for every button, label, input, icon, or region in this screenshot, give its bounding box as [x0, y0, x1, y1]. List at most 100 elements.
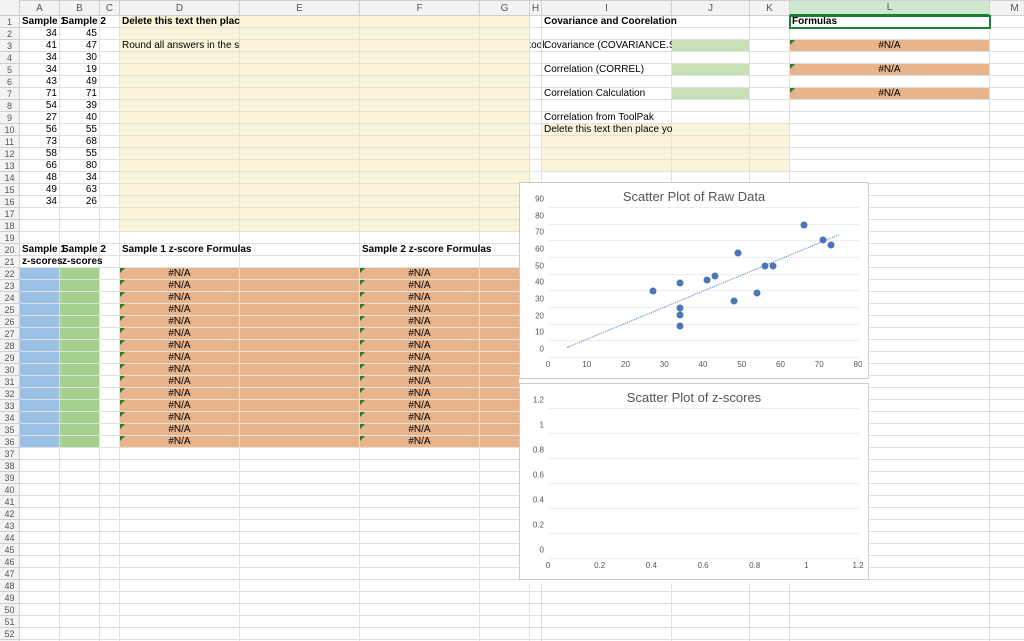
cell-M43[interactable]: [990, 520, 1024, 532]
cell-A11[interactable]: 73: [20, 136, 60, 148]
cell-K11[interactable]: [750, 136, 790, 148]
cell-C22[interactable]: [100, 268, 120, 280]
cell-E14[interactable]: [240, 172, 360, 184]
cell-F39[interactable]: [360, 472, 480, 484]
cell-A1[interactable]: Sample 1: [20, 16, 60, 28]
cell-M21[interactable]: [990, 256, 1024, 268]
cell-B29[interactable]: [60, 352, 100, 364]
row-header-43[interactable]: 43: [0, 520, 20, 532]
cell-I50[interactable]: [542, 604, 672, 616]
cell-A3[interactable]: 41: [20, 40, 60, 52]
cell-D6[interactable]: [120, 76, 240, 88]
cell-D22[interactable]: #N/A: [120, 268, 240, 280]
cell-B39[interactable]: [60, 472, 100, 484]
cell-J4[interactable]: [672, 52, 750, 64]
cell-M44[interactable]: [990, 532, 1024, 544]
cell-C18[interactable]: [100, 220, 120, 232]
select-all-corner[interactable]: [0, 0, 20, 16]
cell-A27[interactable]: [20, 328, 60, 340]
cell-B3[interactable]: 47: [60, 40, 100, 52]
cell-M12[interactable]: [990, 148, 1024, 160]
row-header-25[interactable]: 25: [0, 304, 20, 316]
cell-D48[interactable]: [120, 580, 240, 592]
cell-D10[interactable]: [120, 124, 240, 136]
col-header-L[interactable]: L: [790, 0, 990, 16]
cell-M52[interactable]: [990, 628, 1024, 640]
cell-D43[interactable]: [120, 520, 240, 532]
cell-D17[interactable]: [120, 208, 240, 220]
cell-B38[interactable]: [60, 460, 100, 472]
cell-L7[interactable]: #N/A: [790, 88, 990, 100]
cell-A6[interactable]: 43: [20, 76, 60, 88]
row-header-16[interactable]: 16: [0, 196, 20, 208]
row-header-40[interactable]: 40: [0, 484, 20, 496]
row-header-17[interactable]: 17: [0, 208, 20, 220]
cell-G49[interactable]: [480, 592, 530, 604]
cell-B16[interactable]: 26: [60, 196, 100, 208]
cell-G6[interactable]: [480, 76, 530, 88]
cell-F27[interactable]: #N/A: [360, 328, 480, 340]
cell-D35[interactable]: #N/A: [120, 424, 240, 436]
row-header-21[interactable]: 21: [0, 256, 20, 268]
cell-M41[interactable]: [990, 496, 1024, 508]
cell-F21[interactable]: [360, 256, 480, 268]
cell-A20[interactable]: Sample 1: [20, 244, 60, 256]
cell-F46[interactable]: [360, 556, 480, 568]
cell-D14[interactable]: [120, 172, 240, 184]
cell-A7[interactable]: 71: [20, 88, 60, 100]
cell-C28[interactable]: [100, 340, 120, 352]
cell-C21[interactable]: [100, 256, 120, 268]
cell-C7[interactable]: [100, 88, 120, 100]
cell-J2[interactable]: [672, 28, 750, 40]
cell-L3[interactable]: #N/A: [790, 40, 990, 52]
cell-B40[interactable]: [60, 484, 100, 496]
cell-F28[interactable]: #N/A: [360, 340, 480, 352]
cell-L10[interactable]: [790, 124, 990, 136]
cell-A26[interactable]: [20, 316, 60, 328]
cell-A12[interactable]: 58: [20, 148, 60, 160]
cell-M47[interactable]: [990, 568, 1024, 580]
cell-K51[interactable]: [750, 616, 790, 628]
cell-C17[interactable]: [100, 208, 120, 220]
row-header-14[interactable]: 14: [0, 172, 20, 184]
cell-B8[interactable]: 39: [60, 100, 100, 112]
cell-C15[interactable]: [100, 184, 120, 196]
row-header-15[interactable]: 15: [0, 184, 20, 196]
cell-F29[interactable]: #N/A: [360, 352, 480, 364]
cell-K12[interactable]: [750, 148, 790, 160]
cell-M8[interactable]: [990, 100, 1024, 112]
cell-B34[interactable]: [60, 412, 100, 424]
cell-A5[interactable]: 34: [20, 64, 60, 76]
row-header-22[interactable]: 22: [0, 268, 20, 280]
cell-D50[interactable]: [120, 604, 240, 616]
cell-C43[interactable]: [100, 520, 120, 532]
cell-M18[interactable]: [990, 220, 1024, 232]
cell-F52[interactable]: [360, 628, 480, 640]
cell-A13[interactable]: 66: [20, 160, 60, 172]
cell-J12[interactable]: [672, 148, 750, 160]
cell-D31[interactable]: #N/A: [120, 376, 240, 388]
cell-B1[interactable]: Sample 2: [60, 16, 100, 28]
cell-H11[interactable]: [530, 136, 542, 148]
cell-H2[interactable]: [530, 28, 542, 40]
col-header-C[interactable]: C: [100, 0, 120, 16]
row-header-23[interactable]: 23: [0, 280, 20, 292]
cell-M9[interactable]: [990, 112, 1024, 124]
cell-K6[interactable]: [750, 76, 790, 88]
cell-M28[interactable]: [990, 340, 1024, 352]
cell-G3[interactable]: [480, 40, 530, 52]
cell-B42[interactable]: [60, 508, 100, 520]
cell-C3[interactable]: [100, 40, 120, 52]
cell-D26[interactable]: #N/A: [120, 316, 240, 328]
cell-E12[interactable]: [240, 148, 360, 160]
cell-F19[interactable]: [360, 232, 480, 244]
cell-K1[interactable]: [750, 16, 790, 28]
cell-I10[interactable]: Delete this text then place your correla…: [542, 124, 672, 136]
cell-E26[interactable]: [240, 316, 360, 328]
cell-F44[interactable]: [360, 532, 480, 544]
cell-I13[interactable]: [542, 160, 672, 172]
cell-F26[interactable]: #N/A: [360, 316, 480, 328]
cell-J10[interactable]: [672, 124, 750, 136]
cell-A39[interactable]: [20, 472, 60, 484]
row-header-32[interactable]: 32: [0, 388, 20, 400]
